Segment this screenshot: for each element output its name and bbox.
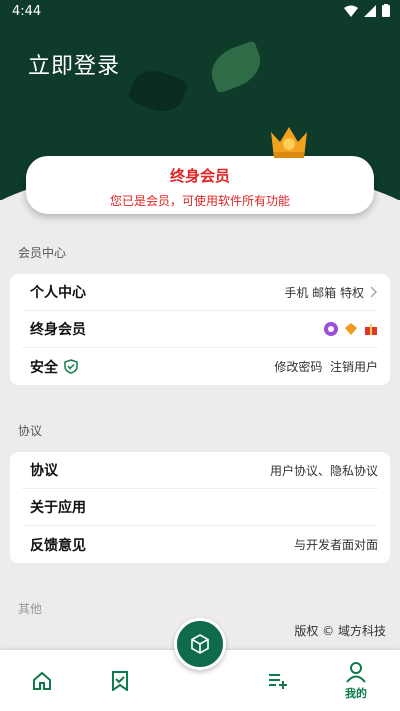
tab-bookmark[interactable] [90,650,150,711]
bookmark-check-icon [112,670,128,691]
row-value: 手机 邮箱 特权 [284,285,364,300]
vip-title: 终身会员 [169,167,230,185]
row-lifetime-member[interactable]: 终身会员 [22,311,378,348]
login-button[interactable]: 立即登录 [28,48,120,80]
row-value[interactable]: 修改密码 注销用户 [274,358,378,375]
battery-icon [382,4,390,17]
cube-icon [191,634,209,654]
vip-subtitle: 您已是会员，可使用软件所有功能 [109,194,290,208]
leaf-decoration [205,40,267,94]
member-card: 个人中心 手机 邮箱 特权 终身会员 安全 修改密码 注销用户 [10,274,390,385]
agreement-card: 协议 用户协议、隐私协议 关于应用 反馈意见 与开发者面对面 [10,452,390,563]
section-title-agreement: 协议 [18,424,43,438]
shield-icon [64,359,78,374]
vip-status-card[interactable]: 终身会员 您已是会员，可使用软件所有功能 [26,156,374,214]
row-feedback[interactable]: 反馈意见 与开发者面对面 [22,526,378,563]
section-title-member: 会员中心 [18,246,67,260]
chevron-right-icon [370,286,378,298]
row-value: 与开发者面对面 [293,538,378,552]
row-security[interactable]: 安全 修改密码 注销用户 [22,348,378,385]
tab-mine[interactable]: 我的 [326,650,386,711]
row-about-app[interactable]: 关于应用 [22,489,378,526]
row-personal-center[interactable]: 个人中心 手机 邮箱 特权 [22,274,378,311]
row-label: 终身会员 [30,322,86,338]
gift-icon [365,324,377,335]
tab-home[interactable] [12,650,72,711]
copyright-text: 版权 © 域方科技 [294,624,386,638]
row-label: 关于应用 [30,500,86,516]
diamond-icon [345,323,357,335]
status-bar: 4:44 [0,0,400,24]
row-label: 安全 [30,359,58,376]
row-label: 协议 [30,463,58,479]
crown-icon [271,127,307,158]
status-icons [344,4,390,17]
member-badges [324,322,378,336]
wifi-icon [344,5,358,17]
center-action-button[interactable] [174,618,226,670]
playlist-add-icon [269,673,287,689]
tab-label-mine: 我的 [345,686,367,700]
signal-icon [364,4,376,17]
row-label: 个人中心 [30,285,86,301]
section-title-other: 其他 [18,602,43,616]
tab-playlist[interactable] [248,650,308,711]
home-icon [33,671,51,690]
user-icon [346,661,366,683]
row-agreement[interactable]: 协议 用户协议、隐私协议 [22,452,378,489]
leaf-decoration [127,64,189,118]
status-time: 4:44 [12,4,42,19]
row-label: 反馈意见 [30,537,86,554]
row-value: 用户协议、隐私协议 [269,463,378,478]
vip-badge-icon [324,322,338,336]
